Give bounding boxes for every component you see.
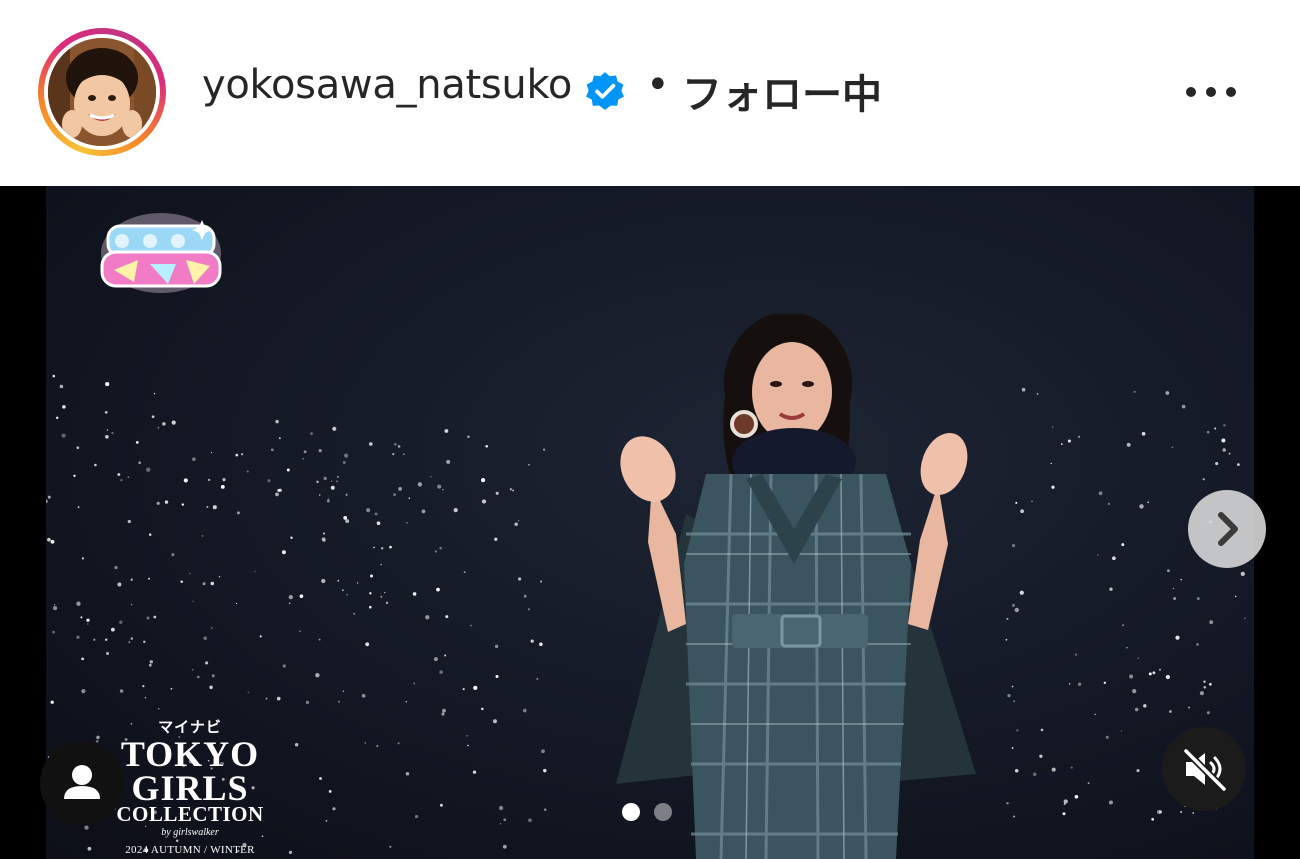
carousel-dot-2[interactable] xyxy=(654,803,672,821)
mute-toggle-button[interactable] xyxy=(1162,727,1246,811)
show-logo xyxy=(100,213,222,293)
post-header: yokosawa_natsuko • フォロー中 xyxy=(0,0,1300,186)
post-media[interactable]: マイナビ TOKYO GIRLS COLLECTION by girlswalk… xyxy=(0,186,1300,859)
event-logo-line2: GIRLS xyxy=(131,768,249,809)
next-slide-button[interactable] xyxy=(1188,490,1266,568)
verified-badge-icon xyxy=(586,72,624,110)
more-options-icon[interactable] xyxy=(1180,72,1242,112)
video-frame[interactable]: マイナビ TOKYO GIRLS COLLECTION by girlswalk… xyxy=(46,186,1254,859)
event-logo: マイナビ TOKYO GIRLS COLLECTION by girlswalk… xyxy=(100,716,280,856)
avatar[interactable] xyxy=(48,38,156,146)
avatar-image xyxy=(48,38,156,146)
performer-figure xyxy=(616,314,976,859)
user-tag-icon xyxy=(64,765,100,799)
following-button[interactable]: フォロー中 xyxy=(682,62,882,120)
muted-speaker-icon xyxy=(1182,747,1228,793)
username-link[interactable]: yokosawa_natsuko xyxy=(202,62,572,108)
chevron-right-icon xyxy=(1218,512,1238,546)
tagged-users-button[interactable] xyxy=(40,741,124,825)
event-logo-line3: COLLECTION xyxy=(116,802,264,827)
event-logo-by: by girlswalker xyxy=(161,827,219,839)
event-logo-line1: TOKYO xyxy=(120,734,260,774)
carousel-dot-1[interactable] xyxy=(622,803,640,821)
story-ring[interactable] xyxy=(38,28,166,156)
separator-dot: • xyxy=(646,62,670,108)
event-season: 2024 AUTUMN / WINTER xyxy=(125,844,255,857)
